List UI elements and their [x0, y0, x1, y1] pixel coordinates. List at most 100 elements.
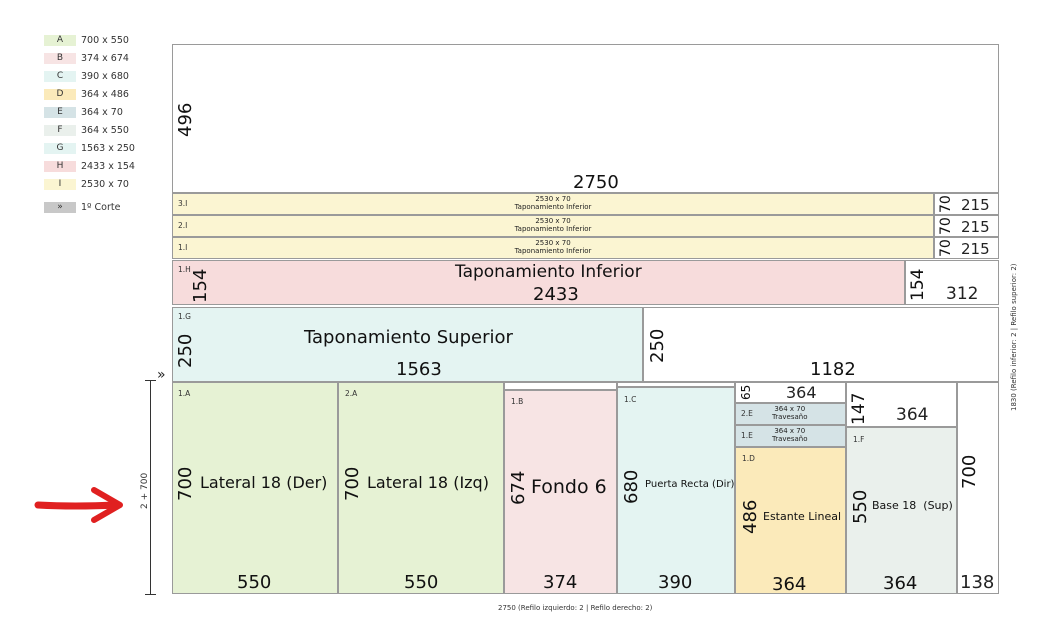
legend: A 700 x 550 B 374 x 674 C 390 x 680 D 364 x 486…	[44, 31, 135, 216]
legend-item-A[interactable]: A 700 x 550	[44, 31, 135, 49]
piece-width: 1563	[396, 359, 442, 380]
legend-size: 2530 x 70	[81, 178, 129, 190]
piece-name: Taponamiento Inferior	[514, 246, 592, 255]
piece-width: 364	[883, 573, 918, 594]
legend-size: 364 x 486	[81, 88, 129, 100]
dimension-tick-bottom	[145, 594, 156, 595]
piece-width: 364	[772, 574, 807, 594]
piece-label: 2530 x 70 Taponamiento Inferior	[173, 239, 933, 255]
piece-label: 2530 x 70 Taponamiento Inferior	[173, 217, 933, 233]
legend-swatch: E	[44, 106, 76, 118]
legend-size: 2433 x 154	[81, 160, 135, 172]
waste-width: 1182	[810, 359, 856, 380]
dimension-line	[150, 380, 151, 594]
piece-id: 1.D	[742, 454, 755, 463]
piece-id: 2.A	[345, 389, 358, 398]
cut-label: 1º Corte	[81, 201, 121, 213]
waste-width: 2750	[573, 172, 619, 193]
piece-width: 550	[237, 572, 272, 593]
piece-height: 486	[740, 499, 761, 534]
legend-item-C[interactable]: C 390 x 680	[44, 67, 135, 85]
piece-F-top-waste[interactable]: 147 364	[846, 382, 957, 427]
piece-name: Lateral 18 (Der)	[200, 473, 328, 492]
legend-swatch: G	[44, 142, 76, 154]
legend-item-E[interactable]: E 364 x 70	[44, 103, 135, 121]
waste-height: 65	[739, 384, 753, 400]
legend-item-B[interactable]: B 374 x 674	[44, 49, 135, 67]
strip-1H-waste[interactable]: 154 312	[905, 260, 999, 305]
waste-height: 147	[849, 392, 869, 425]
piece-1B-waste[interactable]	[504, 382, 617, 390]
piece-id: 1.F	[853, 435, 865, 444]
legend-item-H[interactable]: H 2433 x 154	[44, 157, 135, 175]
piece-1B[interactable]: 1.B 674 Fondo 6 374	[504, 390, 617, 594]
legend-size: 364 x 550	[81, 124, 129, 136]
piece-id: 1.A	[178, 389, 191, 398]
side-width: 215	[961, 196, 990, 214]
legend-swatch: A	[44, 34, 76, 46]
top-waste-area[interactable]: 496 2750	[172, 44, 999, 193]
piece-name: Travesaño	[772, 412, 808, 421]
strip-1I[interactable]: 1.I 2530 x 70 Taponamiento Inferior	[172, 237, 934, 259]
arrow-icon	[34, 487, 123, 523]
side-width: 215	[961, 218, 990, 236]
legend-size: 374 x 674	[81, 52, 129, 64]
legend-swatch: F	[44, 124, 76, 136]
waste-height: 154	[908, 268, 928, 301]
right-dimension-note: 1830 (Refilo inferior: 2 | Refilo superi…	[1010, 263, 1018, 411]
piece-1E[interactable]: 1.E 364 x 70 Travesaño	[735, 425, 846, 447]
side-height: 70	[938, 217, 954, 235]
side-width: 215	[961, 240, 990, 258]
legend-swatch: D	[44, 88, 76, 100]
bottom-dimension-note: 2750 (Refilo izquierdo: 2 | Refilo derec…	[498, 604, 653, 612]
piece-name: Estante Lineal	[763, 510, 842, 523]
side-height: 70	[938, 239, 954, 257]
piece-id: 1.E	[741, 431, 753, 440]
strip-1G[interactable]: 1.G 250 Taponamiento Superior 1563	[172, 307, 643, 382]
strip-2I-side[interactable]: 70 215	[934, 215, 999, 237]
legend-cut[interactable]: » 1º Corte	[44, 198, 135, 216]
waste-width: 312	[946, 284, 979, 304]
legend-item-D[interactable]: D 364 x 486	[44, 85, 135, 103]
waste-width: 364	[786, 383, 817, 402]
piece-name: Taponamiento Inferior	[455, 262, 642, 282]
piece-1A[interactable]: 1.A 700 Lateral 18 (Der) 550	[172, 382, 338, 594]
side-height: 70	[938, 195, 954, 213]
piece-E-top-waste[interactable]: 65 364	[735, 382, 846, 403]
legend-size: 700 x 550	[81, 34, 129, 46]
piece-height: 550	[850, 489, 871, 524]
piece-1C[interactable]: 1.C 680 Puerta Recta (Dir) 390	[617, 387, 735, 594]
piece-id: 1.G	[178, 312, 191, 321]
piece-1F[interactable]: 1.F 550 Base 18 (Sup) 364	[846, 427, 957, 594]
legend-swatch: H	[44, 160, 76, 172]
strip-3I-side[interactable]: 70 215	[934, 193, 999, 215]
strip-1H[interactable]: 1.H 154 Taponamiento Inferior 2433	[172, 260, 905, 305]
legend-size: 1563 x 250	[81, 142, 135, 154]
piece-2E[interactable]: 2.E 364 x 70 Travesaño	[735, 403, 846, 425]
waste-width: 138	[960, 572, 995, 593]
strip-3I[interactable]: 3.I 2530 x 70 Taponamiento Inferior	[172, 193, 934, 215]
piece-id: 1.B	[511, 397, 524, 406]
piece-label: 364 x 70 Travesaño	[772, 427, 808, 443]
legend-item-F[interactable]: F 364 x 550	[44, 121, 135, 139]
piece-name: Base 18 (Sup)	[872, 499, 953, 512]
legend-size: 364 x 70	[81, 106, 123, 118]
piece-width: 374	[543, 572, 578, 593]
strip-1I-side[interactable]: 70 215	[934, 237, 999, 259]
waste-height: 250	[647, 328, 668, 363]
strip-2I[interactable]: 2.I 2530 x 70 Taponamiento Inferior	[172, 215, 934, 237]
piece-height: 250	[175, 333, 196, 368]
waste-height: 700	[959, 454, 980, 489]
piece-1D[interactable]: 1.D 486 Estante Lineal 364	[735, 447, 846, 594]
piece-id: 1.H	[178, 265, 191, 274]
piece-name: Taponamiento Superior	[304, 327, 513, 348]
piece-height: 674	[508, 470, 529, 505]
piece-name: Taponamiento Inferior	[514, 202, 592, 211]
piece-2A[interactable]: 2.A 700 Lateral 18 (Izq) 550	[338, 382, 504, 594]
piece-right-waste[interactable]: 700 138	[957, 382, 999, 594]
legend-item-G[interactable]: G 1563 x 250	[44, 139, 135, 157]
strip-1G-waste[interactable]: 250 1182	[643, 307, 999, 382]
piece-label: 364 x 70 Travesaño	[772, 405, 808, 421]
legend-item-I[interactable]: I 2530 x 70	[44, 175, 135, 193]
dimension-tick-top	[145, 380, 156, 381]
